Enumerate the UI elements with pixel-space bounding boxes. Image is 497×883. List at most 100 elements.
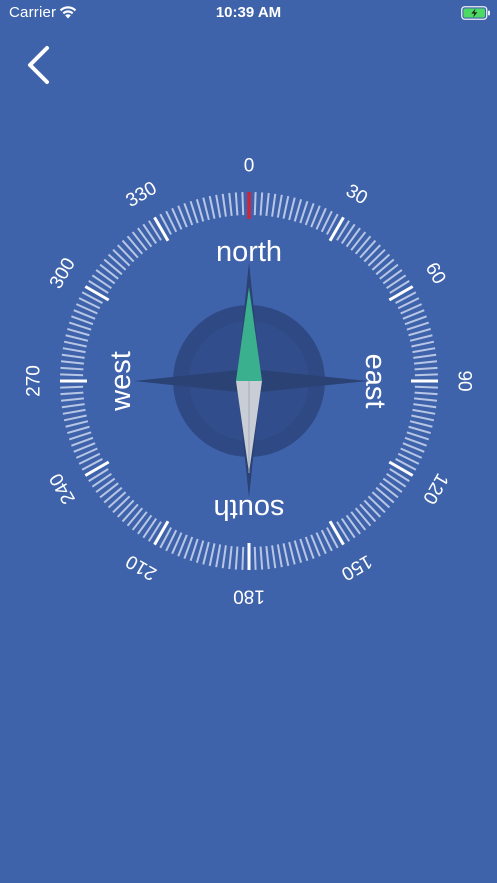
minor-tick [299, 200, 309, 224]
minor-tick [91, 274, 112, 289]
compass-degree-labels: 0 30 60 90 120 150 180 210 240 270 300 330 [24, 156, 475, 607]
minor-tick [408, 327, 431, 337]
minor-tick [253, 192, 257, 216]
minor-tick [293, 540, 303, 563]
minor-tick [60, 397, 85, 402]
minor-tick [171, 532, 183, 555]
minor-tick [395, 458, 417, 471]
minor-tick [397, 452, 420, 465]
major-tick [328, 520, 345, 546]
minor-tick [265, 192, 270, 217]
minor-tick [62, 408, 86, 415]
minor-tick [159, 213, 172, 235]
minor-tick [320, 210, 333, 233]
minor-tick [221, 545, 227, 569]
minor-tick [215, 194, 222, 218]
minor-tick [406, 431, 430, 441]
degree-label-120: 120 [418, 470, 452, 508]
minor-tick [363, 499, 382, 518]
minor-tick [137, 227, 153, 248]
minor-tick [183, 203, 194, 226]
minor-tick [195, 199, 205, 222]
minor-tick [304, 203, 315, 226]
minor-tick [386, 473, 407, 488]
minor-tick [414, 391, 438, 396]
minor-tick [409, 420, 433, 428]
minor-tick [221, 193, 227, 217]
minor-tick [411, 414, 435, 422]
cardinal-east: east [359, 354, 391, 409]
minor-tick [367, 495, 386, 514]
minor-tick [107, 253, 127, 271]
minor-tick [320, 529, 333, 552]
compass-tick-ring [60, 192, 438, 570]
minor-tick [60, 373, 84, 377]
minor-tick [73, 309, 96, 320]
minor-tick [354, 235, 372, 255]
minor-tick [165, 529, 178, 552]
minor-tick [68, 431, 92, 441]
minor-tick [103, 486, 123, 504]
compass: 0 30 60 90 120 150 180 210 240 270 300 330 north ea… [24, 156, 475, 607]
minor-tick [414, 366, 438, 371]
minor-tick [400, 447, 423, 459]
minor-tick [63, 414, 87, 422]
minor-tick [68, 321, 92, 331]
major-tick [153, 216, 170, 242]
degree-label-180: 180 [233, 586, 265, 607]
minor-tick [402, 442, 425, 453]
minor-tick [60, 385, 84, 389]
minor-tick [389, 280, 410, 294]
minor-tick [121, 239, 139, 259]
minor-tick [288, 541, 296, 565]
degree-label-330: 330 [123, 178, 161, 212]
minor-tick [375, 258, 395, 276]
minor-tick [103, 258, 123, 276]
minor-tick [228, 545, 233, 570]
minor-tick [259, 546, 264, 570]
major-tick [153, 520, 170, 546]
minor-tick [99, 263, 119, 280]
minor-tick [271, 193, 277, 217]
minor-tick [177, 205, 188, 228]
minor-tick [386, 274, 407, 289]
minor-tick [215, 544, 222, 568]
minor-tick [315, 207, 327, 230]
minor-tick [354, 507, 372, 527]
minor-tick [382, 477, 403, 493]
minor-tick [165, 210, 178, 233]
minor-tick [413, 403, 437, 409]
minor-tick [326, 213, 339, 235]
minor-tick [60, 360, 85, 365]
back-button[interactable] [20, 40, 60, 88]
minor-tick [142, 518, 157, 539]
minor-tick [350, 511, 367, 531]
minor-tick [202, 197, 210, 221]
minor-tick [195, 540, 205, 563]
minor-tick [95, 269, 116, 285]
minor-tick [208, 543, 216, 567]
minor-tick [413, 353, 437, 359]
minor-tick [276, 544, 283, 568]
minor-tick [326, 527, 339, 549]
minor-tick [304, 536, 315, 559]
minor-tick [241, 192, 245, 216]
minor-tick [61, 353, 85, 359]
minor-tick [253, 546, 257, 570]
degree-label-270: 270 [24, 365, 45, 397]
minor-tick [131, 511, 148, 531]
minor-tick [414, 373, 438, 377]
minor-tick [91, 473, 112, 488]
minor-tick [228, 192, 233, 217]
minor-tick [131, 231, 148, 251]
minor-tick [81, 458, 103, 471]
minor-tick [259, 192, 264, 216]
minor-tick [382, 269, 403, 285]
minor-tick [315, 532, 327, 555]
minor-tick [379, 263, 399, 280]
minor-tick [411, 340, 435, 348]
minor-tick [375, 486, 395, 504]
minor-tick [359, 239, 377, 259]
minor-tick [148, 220, 162, 241]
cardinal-west: west [105, 351, 137, 412]
